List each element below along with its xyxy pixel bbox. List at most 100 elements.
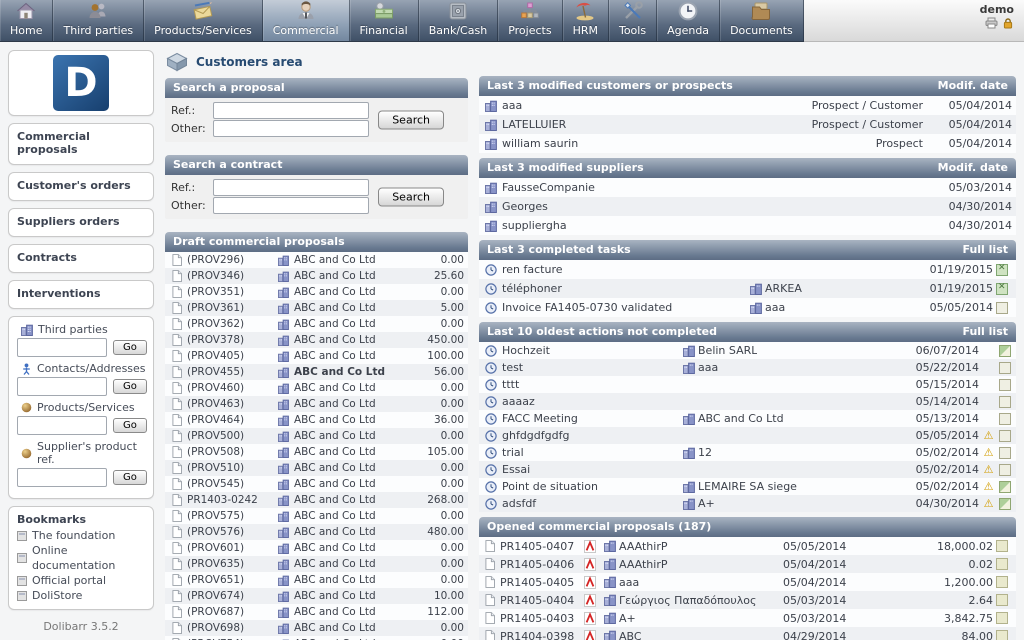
supplier-link[interactable]: Georges (502, 200, 923, 213)
company-link[interactable]: ARKEA (765, 282, 802, 295)
proposal-ref-link[interactable]: (PROV500) (187, 430, 273, 442)
proposal-ref-link[interactable]: (PROV296) (187, 254, 273, 266)
company-link[interactable]: ABC and Co Ltd (294, 478, 395, 490)
action-link[interactable]: ghfdgdfgdfg (502, 429, 680, 442)
company-link[interactable]: ABC and Co Ltd (294, 270, 395, 282)
action-status-checkbox[interactable] (999, 396, 1011, 408)
contract-other-input[interactable] (213, 197, 369, 214)
company-link[interactable]: ABC and Co Ltd (294, 334, 395, 346)
company-link[interactable]: ABC and Co Ltd (294, 350, 395, 362)
contacts-search-input[interactable] (17, 377, 107, 396)
proposal-ref-link[interactable]: (PROV575) (187, 510, 273, 522)
proposal-ref-link[interactable]: PR1405-0407 (500, 540, 576, 553)
company-link[interactable]: LEMAIRE SA siege (698, 480, 797, 493)
products-search-input[interactable] (17, 416, 107, 435)
company-link[interactable]: ABC and Co Ltd (294, 542, 395, 554)
action-status-checkbox[interactable] (999, 345, 1011, 357)
proposal-ref-link[interactable]: (PROV455) (187, 366, 273, 378)
tab-bank-cash[interactable]: Bank/Cash (419, 0, 498, 41)
proposal-ref-link[interactable]: (PROV362) (187, 318, 273, 330)
pdf-icon[interactable] (579, 594, 601, 607)
company-link[interactable]: ABC and Co Ltd (294, 398, 395, 410)
company-link[interactable]: ABC and Co Ltd (294, 318, 395, 330)
company-link[interactable]: ABC and Co Ltd (294, 382, 395, 394)
proposal-ref-link[interactable]: (PROV460) (187, 382, 273, 394)
print-icon[interactable] (985, 17, 998, 29)
company-link[interactable]: aaa (765, 301, 785, 314)
tab-commercial[interactable]: Commercial (263, 0, 350, 41)
company-link[interactable]: 12 (698, 446, 712, 459)
proposal-ref-link[interactable]: (PROV361) (187, 302, 273, 314)
search-proposal-button[interactable]: Search (378, 111, 444, 130)
company-link[interactable]: ABC and Co Ltd (294, 446, 395, 458)
pdf-icon[interactable] (579, 612, 601, 625)
go-button[interactable]: Go (113, 379, 147, 394)
supplier-link[interactable]: suppliergha (502, 219, 923, 232)
company-link[interactable]: A+ (619, 612, 636, 625)
task-link[interactable]: Invoice FA1405-0730 validated (502, 301, 747, 314)
proposal-ref-link[interactable]: (PROV510) (187, 462, 273, 474)
proposal-status-checkbox[interactable] (996, 540, 1008, 552)
company-link[interactable]: ABC and Co Ltd (294, 590, 395, 602)
proposal-status-checkbox[interactable] (996, 630, 1008, 640)
proposal-ref-link[interactable]: (PROV464) (187, 414, 273, 426)
tab-third-parties[interactable]: Third parties (53, 0, 144, 41)
action-link[interactable]: test (502, 361, 680, 374)
proposal-ref-link[interactable]: (PROV651) (187, 574, 273, 586)
proposal-ref-link[interactable]: (PROV508) (187, 446, 273, 458)
task-link[interactable]: ren facture (502, 263, 747, 276)
menu-title[interactable]: Suppliers orders (17, 215, 145, 228)
company-link[interactable]: ABC and Co Ltd (294, 606, 395, 618)
proposal-ref-link[interactable]: PR1404-0398 (500, 630, 576, 640)
action-status-checkbox[interactable] (999, 430, 1011, 442)
go-button[interactable]: Go (113, 418, 147, 433)
proposal-status-checkbox[interactable] (996, 612, 1008, 624)
full-list-link[interactable]: Full list (962, 240, 1008, 260)
action-link[interactable]: Point de situation (502, 480, 680, 493)
company-link[interactable]: AAAthirP (619, 540, 668, 553)
go-button[interactable]: Go (113, 340, 147, 355)
company-link[interactable]: aaa (698, 361, 718, 374)
pdf-icon[interactable] (579, 558, 601, 571)
action-link[interactable]: Hochzeit (502, 344, 680, 357)
action-status-checkbox[interactable] (999, 447, 1011, 459)
company-link[interactable]: Γεώργιος Παπαδόπουλος (619, 594, 756, 607)
task-status-checkbox[interactable] (996, 283, 1008, 295)
menu-title[interactable]: Customer's orders (17, 179, 145, 192)
menu-title[interactable]: Commercial proposals (17, 130, 145, 156)
action-link[interactable]: FACC Meeting (502, 412, 680, 425)
third-parties-search-link[interactable]: Third parties (38, 323, 108, 336)
task-link[interactable]: téléphoner (502, 282, 747, 295)
company-link[interactable]: ABC and Co Ltd (698, 412, 784, 425)
action-status-checkbox[interactable] (999, 379, 1011, 391)
pdf-icon[interactable] (579, 576, 601, 589)
full-list-link[interactable]: Full list (962, 322, 1008, 342)
tab-financial[interactable]: Financial (350, 0, 419, 41)
action-status-checkbox[interactable] (999, 498, 1011, 510)
company-link[interactable]: Belin SARL (698, 344, 757, 357)
proposal-ref-input[interactable] (213, 102, 369, 119)
action-status-checkbox[interactable] (999, 413, 1011, 425)
company-link[interactable]: ABC and Co Ltd (294, 302, 395, 314)
company-link[interactable]: A+ (698, 497, 715, 510)
proposal-ref-link[interactable]: (PROV698) (187, 622, 273, 634)
tab-documents[interactable]: Documents (720, 0, 804, 41)
customer-link[interactable]: aaa (502, 99, 752, 112)
pdf-icon[interactable] (579, 630, 601, 640)
tab-home[interactable]: Home (0, 0, 53, 41)
proposal-ref-link[interactable]: (PROV576) (187, 526, 273, 538)
proposal-ref-link[interactable]: PR1405-0403 (500, 612, 576, 625)
action-status-checkbox[interactable] (999, 481, 1011, 493)
pdf-icon[interactable] (579, 540, 601, 553)
proposal-ref-link[interactable]: (PROV378) (187, 334, 273, 346)
proposal-ref-link[interactable]: (PROV687) (187, 606, 273, 618)
task-status-checkbox[interactable] (996, 264, 1008, 276)
proposal-ref-link[interactable]: PR1405-0406 (500, 558, 576, 571)
proposal-other-input[interactable] (213, 120, 369, 137)
company-link[interactable]: ABC and Co Ltd (294, 430, 395, 442)
action-link[interactable]: tttt (502, 378, 680, 391)
action-link[interactable]: adsfdf (502, 497, 680, 510)
company-link[interactable]: ABC (619, 630, 642, 640)
action-status-checkbox[interactable] (999, 362, 1011, 374)
proposal-ref-link[interactable]: (PROV463) (187, 398, 273, 410)
